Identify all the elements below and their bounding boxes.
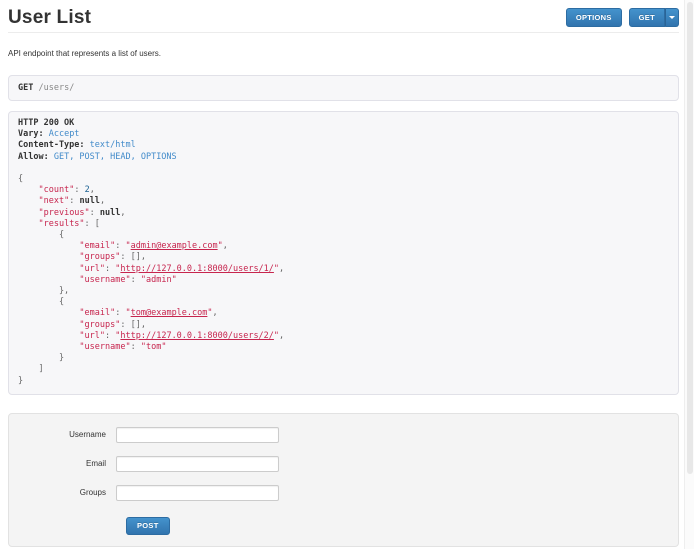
- code-token: "count": [38, 185, 74, 195]
- groups-input[interactable]: [116, 485, 279, 501]
- code-token: [18, 308, 79, 318]
- code-token: "username": [79, 342, 130, 352]
- code-token: :: [131, 342, 141, 352]
- code-token: :: [105, 331, 115, 341]
- form-row-email: Email: [9, 456, 678, 472]
- code-token: "previous": [38, 208, 89, 218]
- code-token: [18, 275, 79, 285]
- code-token: ,: [120, 208, 125, 218]
- code-token: "groups": [79, 320, 120, 330]
- options-button[interactable]: OPTIONS: [566, 8, 622, 27]
- get-button[interactable]: GET: [629, 8, 665, 27]
- request-line: GET /users/: [8, 75, 679, 101]
- code-token: text/html: [90, 140, 136, 150]
- code-token: {: [18, 174, 23, 184]
- code-token: [18, 185, 38, 195]
- code-token: : [],: [120, 252, 146, 262]
- get-dropdown-toggle[interactable]: [665, 8, 679, 27]
- code-token: :: [90, 208, 100, 218]
- code-token: }: [18, 376, 23, 386]
- code-token: "email": [79, 241, 115, 251]
- code-token: :: [115, 308, 125, 318]
- code-token: null: [79, 196, 99, 206]
- scrollbar[interactable]: [684, 0, 694, 549]
- code-token: ,: [100, 196, 105, 206]
- request-path: /users/: [38, 83, 74, 93]
- code-token: [18, 208, 38, 218]
- code-token: :: [115, 241, 125, 251]
- code-token: "url": [79, 331, 105, 341]
- url-link[interactable]: admin@example.com: [131, 241, 218, 251]
- code-token: },: [18, 286, 69, 296]
- request-method: GET: [18, 83, 33, 93]
- code-token: [18, 196, 38, 206]
- code-token: {: [18, 230, 64, 240]
- code-token: {: [18, 297, 64, 307]
- email-label: Email: [9, 459, 116, 468]
- code-token: [18, 331, 79, 341]
- code-token: null: [100, 208, 120, 218]
- url-link[interactable]: http://127.0.0.1:8000/users/1/: [120, 264, 274, 274]
- code-token: : [: [85, 219, 100, 229]
- form-row-groups: Groups: [9, 485, 678, 501]
- code-token: "url": [79, 264, 105, 274]
- username-label: Username: [9, 430, 116, 439]
- code-token: "next": [38, 196, 69, 206]
- code-token: "admin": [141, 275, 177, 285]
- code-token: ,: [279, 331, 284, 341]
- scrollbar-thumb[interactable]: [687, 2, 693, 474]
- code-token: }: [18, 353, 64, 363]
- code-token: :: [74, 185, 84, 195]
- endpoint-description: API endpoint that represents a list of u…: [8, 49, 679, 58]
- code-token: ]: [18, 364, 44, 374]
- code-token: "tom": [141, 342, 167, 352]
- form-row-username: Username: [9, 427, 678, 443]
- page-container: User List OPTIONS GET API endpoint that …: [8, 0, 679, 547]
- post-button[interactable]: POST: [126, 517, 170, 535]
- code-token: Content-Type:: [18, 140, 85, 150]
- code-token: [18, 342, 79, 352]
- code-token: [18, 320, 79, 330]
- code-token: "username": [79, 275, 130, 285]
- code-token: [18, 264, 79, 274]
- chevron-down-icon: [669, 16, 675, 19]
- code-token: ,: [90, 185, 95, 195]
- code-token: ,: [279, 264, 284, 274]
- response-body: HTTP 200 OK Vary: Accept Content-Type: t…: [18, 118, 669, 387]
- code-token: Allow:: [18, 152, 49, 162]
- code-token: ,: [223, 241, 228, 251]
- code-token: Accept: [49, 129, 80, 139]
- get-split-button: GET: [629, 8, 679, 27]
- code-token: Vary:: [18, 129, 44, 139]
- code-token: "results": [38, 219, 84, 229]
- code-token: [18, 252, 79, 262]
- response-panel: HTTP 200 OK Vary: Accept Content-Type: t…: [8, 111, 679, 395]
- code-token: :: [69, 196, 79, 206]
- url-link[interactable]: tom@example.com: [131, 308, 208, 318]
- email-input[interactable]: [116, 456, 279, 472]
- code-token: GET, POST, HEAD, OPTIONS: [54, 152, 177, 162]
- code-token: "email": [79, 308, 115, 318]
- url-link[interactable]: http://127.0.0.1:8000/users/2/: [120, 331, 274, 341]
- code-token: "groups": [79, 252, 120, 262]
- code-token: :: [105, 264, 115, 274]
- code-token: [18, 219, 38, 229]
- page-title: User List: [8, 7, 91, 29]
- code-token: :: [131, 275, 141, 285]
- groups-label: Groups: [9, 488, 116, 497]
- code-token: ,: [213, 308, 218, 318]
- post-form: Username Email Groups POST: [8, 413, 679, 547]
- code-token: HTTP 200 OK: [18, 118, 74, 128]
- username-input[interactable]: [116, 427, 279, 443]
- code-token: [18, 241, 79, 251]
- code-token: : [],: [120, 320, 146, 330]
- header-buttons: OPTIONS GET: [566, 8, 679, 27]
- page-header: User List OPTIONS GET: [8, 0, 679, 33]
